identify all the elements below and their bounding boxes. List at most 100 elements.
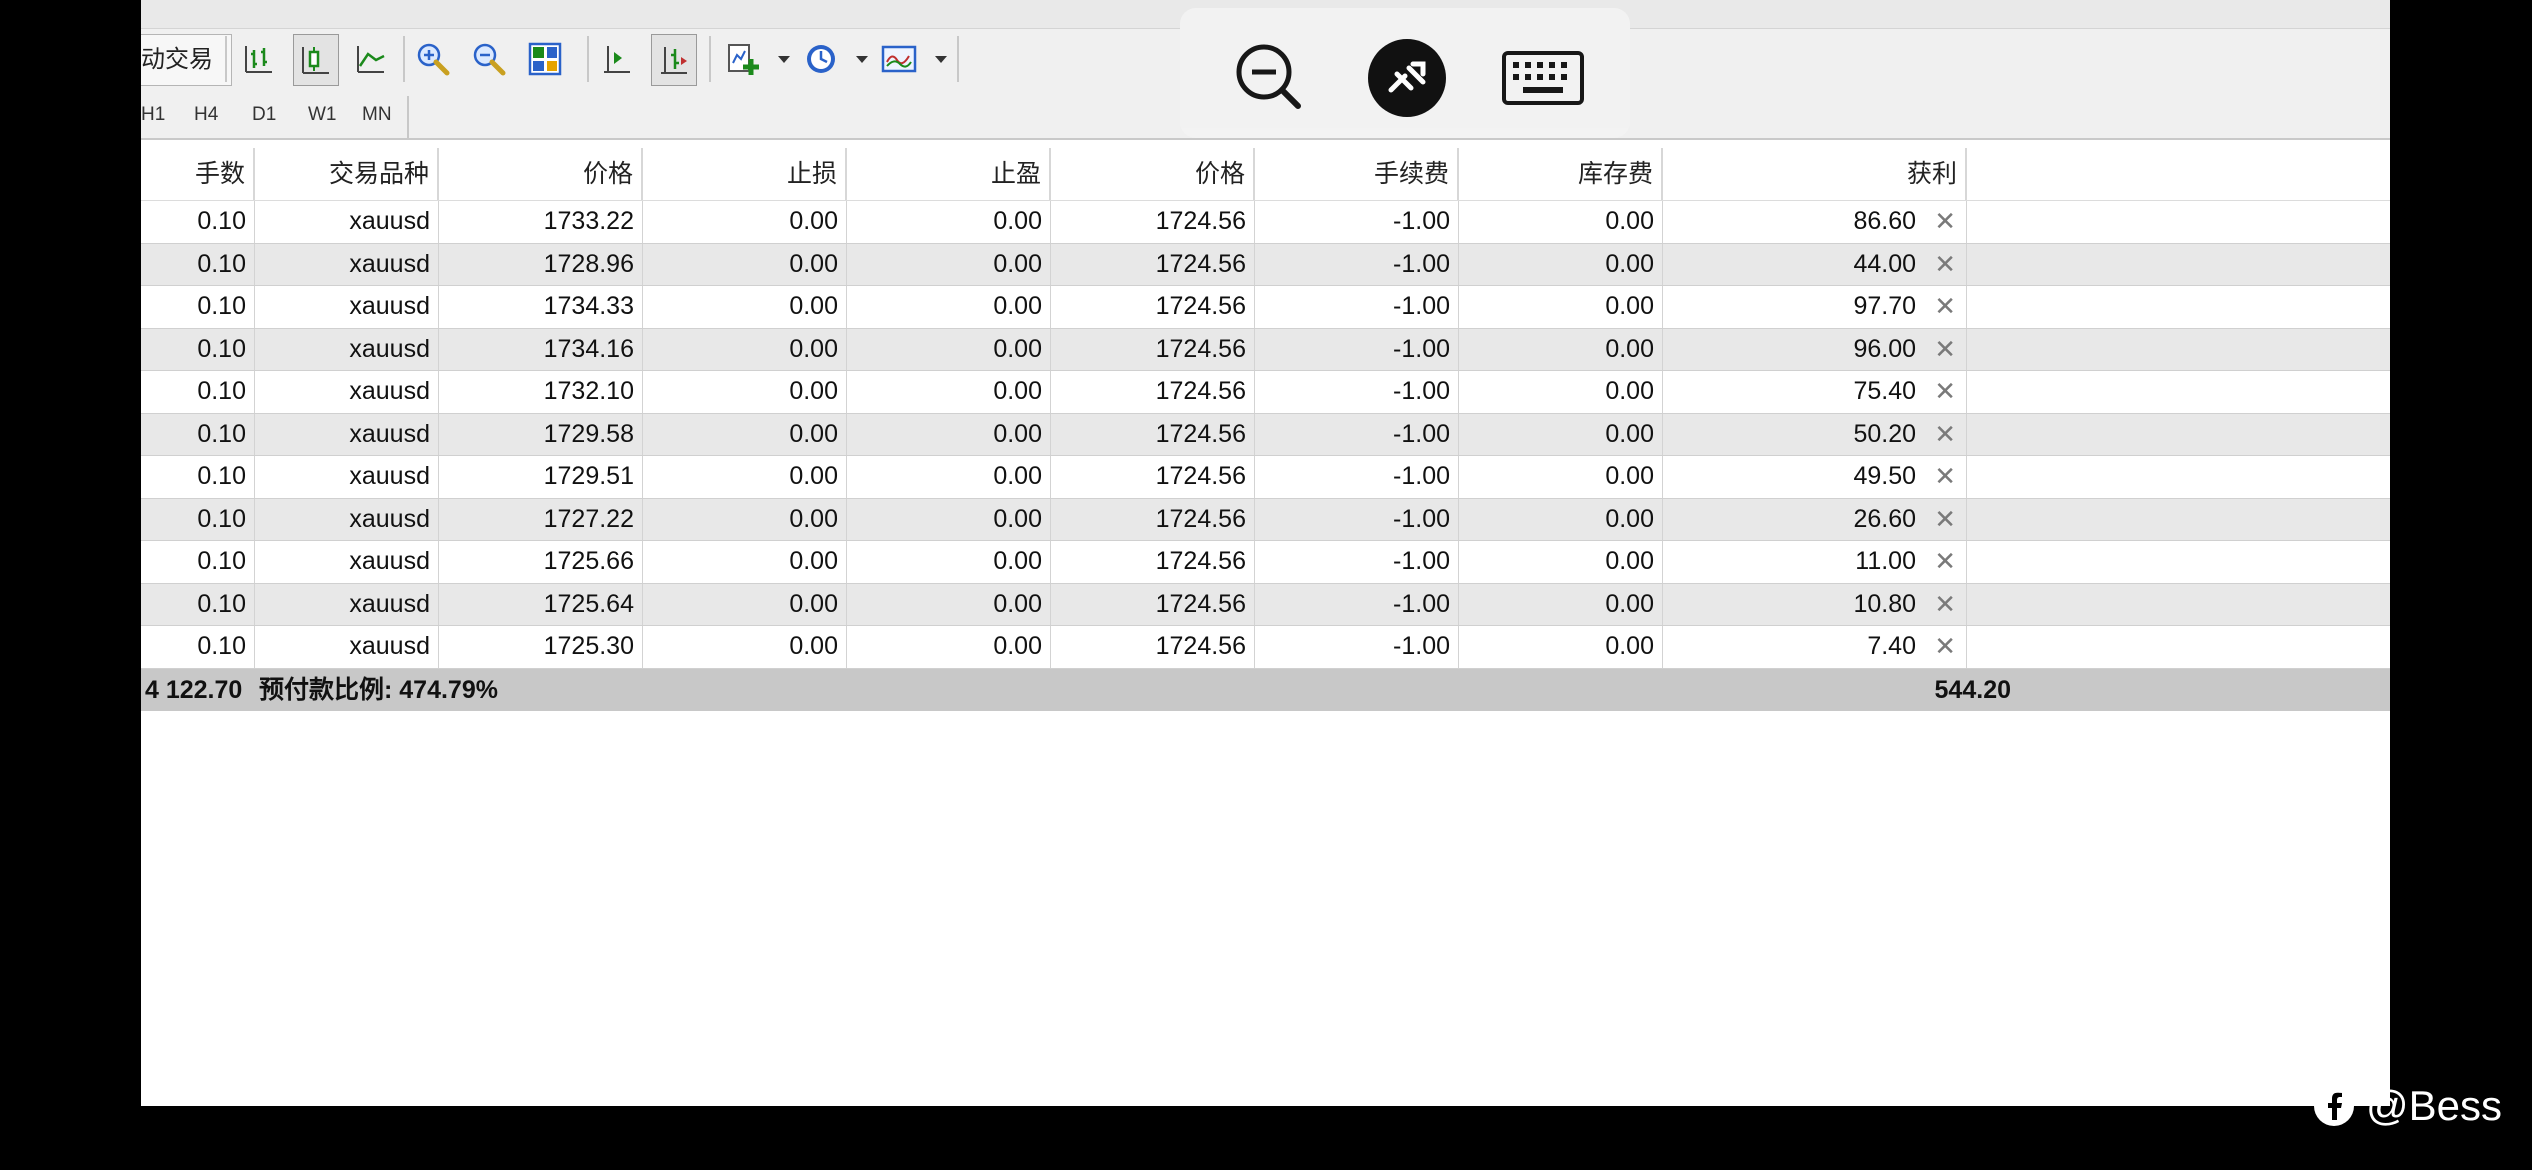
cell-open-price: 1729.51 [439, 456, 643, 498]
close-position-icon[interactable]: ✕ [1934, 329, 1956, 369]
cell-open-price: 1725.66 [439, 541, 643, 583]
table-row[interactable]: 0.10 xauusd 1728.96 0.00 0.00 1724.56 -1.00 0.0… [141, 243, 2390, 286]
timeframe-d1[interactable]: D1 [252, 104, 276, 126]
column-header-swap[interactable]: 库存费 [1459, 148, 1663, 200]
column-header-take-profit[interactable]: 止盈 [847, 148, 1051, 200]
close-position-icon[interactable]: ✕ [1934, 626, 1956, 666]
cell-current-price: 1724.56 [1051, 371, 1255, 413]
cell-stop-loss: 0.00 [643, 413, 847, 455]
close-position-icon[interactable]: ✕ [1934, 456, 1956, 496]
cell-open-price: 1725.64 [439, 583, 643, 625]
column-header-stop-loss[interactable]: 止损 [643, 148, 847, 200]
line-chart-icon[interactable] [349, 34, 393, 84]
close-position-icon[interactable]: ✕ [1934, 499, 1956, 539]
close-position-icon[interactable]: ✕ [1934, 584, 1956, 624]
timeframe-mn[interactable]: MN [362, 104, 392, 126]
indicators-icon[interactable] [721, 34, 765, 84]
table-row[interactable]: 0.10 xauusd 1725.30 0.00 0.00 1724.56 -1.00 0.0… [141, 626, 2390, 669]
close-position-icon[interactable]: ✕ [1934, 414, 1956, 454]
close-position-icon[interactable]: ✕ [1934, 286, 1956, 326]
periods-icon[interactable] [799, 34, 843, 84]
zoom-out-icon[interactable] [467, 34, 511, 84]
timeframe-w1[interactable]: W1 [308, 104, 337, 126]
zoom-out-icon[interactable] [1232, 40, 1306, 119]
candlestick-icon[interactable] [293, 34, 339, 86]
cell-take-profit: 0.00 [847, 498, 1051, 540]
cell-commission: -1.00 [1255, 541, 1459, 583]
cell-swap: 0.00 [1459, 286, 1663, 328]
zoom-in-icon[interactable] [411, 34, 455, 84]
cell-swap: 0.00 [1459, 371, 1663, 413]
cell-profit: 86.60 ✕ [1663, 201, 1967, 243]
cell-symbol: xauusd [255, 541, 439, 583]
templates-icon[interactable] [877, 34, 921, 84]
cell-swap: 0.00 [1459, 583, 1663, 625]
templates-dropdown-caret-icon[interactable] [935, 56, 947, 63]
tile-windows-icon[interactable] [523, 34, 567, 84]
cell-take-profit: 0.00 [847, 243, 1051, 285]
column-header-profit[interactable]: 获利 [1663, 148, 1967, 200]
cell-stop-loss: 0.00 [643, 626, 847, 668]
column-header-symbol[interactable]: 交易品种 [255, 148, 439, 200]
table-row[interactable]: 0.10 xauusd 1734.16 0.00 0.00 1724.56 -1.00 0.0… [141, 328, 2390, 371]
cell-swap: 0.00 [1459, 243, 1663, 285]
cell-stop-loss: 0.00 [643, 583, 847, 625]
cell-stop-loss: 0.00 [643, 456, 847, 498]
cell-volume: 0.10 [141, 243, 255, 285]
timeframe-h1[interactable]: H1 [141, 104, 165, 126]
cell-current-price: 1724.56 [1051, 413, 1255, 455]
close-position-icon[interactable]: ✕ [1934, 201, 1956, 241]
column-header-volume[interactable]: 手数 [141, 148, 255, 200]
total-profit: 544.20 [1934, 675, 2011, 704]
toolbar-separator [407, 96, 409, 138]
close-position-icon[interactable]: ✕ [1934, 244, 1956, 284]
cell-profit: 97.70 ✕ [1663, 286, 1967, 328]
table-row[interactable]: 0.10 xauusd 1732.10 0.00 0.00 1724.56 -1.00 0.0… [141, 371, 2390, 414]
column-header-commission[interactable]: 手续费 [1255, 148, 1459, 200]
table-row[interactable]: 0.10 xauusd 1729.58 0.00 0.00 1724.56 -1.00 0.0… [141, 413, 2390, 456]
cell-volume: 0.10 [141, 328, 255, 370]
keyboard-icon[interactable] [1501, 50, 1585, 111]
cell-take-profit: 0.00 [847, 286, 1051, 328]
cell-take-profit: 0.00 [847, 328, 1051, 370]
table-row[interactable]: 0.10 xauusd 1734.33 0.00 0.00 1724.56 -1.00 0.0… [141, 286, 2390, 329]
cell-commission: -1.00 [1255, 583, 1459, 625]
cell-take-profit: 0.00 [847, 626, 1051, 668]
cell-commission: -1.00 [1255, 328, 1459, 370]
column-header-open-price[interactable]: 价格 [439, 148, 643, 200]
remote-connect-icon[interactable] [1367, 38, 1447, 123]
cell-current-price: 1724.56 [1051, 498, 1255, 540]
table-row[interactable]: 0.10 xauusd 1727.22 0.00 0.00 1724.56 -1.00 0.0… [141, 498, 2390, 541]
table-header-row: 手数 交易品种 价格 止损 止盈 价格 手续费 库存费 获利 [141, 148, 2390, 201]
periods-dropdown-caret-icon[interactable] [856, 56, 868, 63]
indicators-dropdown-caret-icon[interactable] [778, 56, 790, 63]
table-row[interactable]: 0.10 xauusd 1725.64 0.00 0.00 1724.56 -1.00 0.0… [141, 583, 2390, 626]
trading-terminal-window: 动交易 H1 H4 D1 W1 MN 手数 交易品种 价格 止损 止盈 价格 手… [141, 0, 2390, 1106]
close-position-icon[interactable]: ✕ [1934, 541, 1956, 581]
cell-commission: -1.00 [1255, 498, 1459, 540]
cell-commission: -1.00 [1255, 413, 1459, 455]
timeframe-h4[interactable]: H4 [194, 104, 218, 126]
bar-chart-icon[interactable] [237, 34, 281, 84]
cell-open-price: 1725.30 [439, 626, 643, 668]
toolbar-separator [587, 36, 589, 82]
chart-shift-icon[interactable] [595, 34, 639, 84]
cell-stop-loss: 0.00 [643, 371, 847, 413]
cell-open-price: 1734.33 [439, 286, 643, 328]
toolbar-separator [403, 36, 405, 82]
table-row[interactable]: 0.10 xauusd 1729.51 0.00 0.00 1724.56 -1.00 0.0… [141, 456, 2390, 499]
cell-stop-loss: 0.00 [643, 498, 847, 540]
cell-take-profit: 0.00 [847, 456, 1051, 498]
column-header-current-price[interactable]: 价格 [1051, 148, 1255, 200]
table-row[interactable]: 0.10 xauusd 1733.22 0.00 0.00 1724.56 -1.00 0.0… [141, 201, 2390, 244]
cell-take-profit: 0.00 [847, 201, 1051, 243]
cell-profit: 10.80 ✕ [1663, 583, 1967, 625]
close-position-icon[interactable]: ✕ [1934, 371, 1956, 411]
cell-commission: -1.00 [1255, 626, 1459, 668]
cell-symbol: xauusd [255, 371, 439, 413]
cell-current-price: 1724.56 [1051, 243, 1255, 285]
table-row[interactable]: 0.10 xauusd 1725.66 0.00 0.00 1724.56 -1.00 0.0… [141, 541, 2390, 584]
auto-trading-button[interactable]: 动交易 [141, 34, 232, 86]
autoscroll-icon[interactable] [651, 34, 697, 86]
cell-take-profit: 0.00 [847, 541, 1051, 583]
